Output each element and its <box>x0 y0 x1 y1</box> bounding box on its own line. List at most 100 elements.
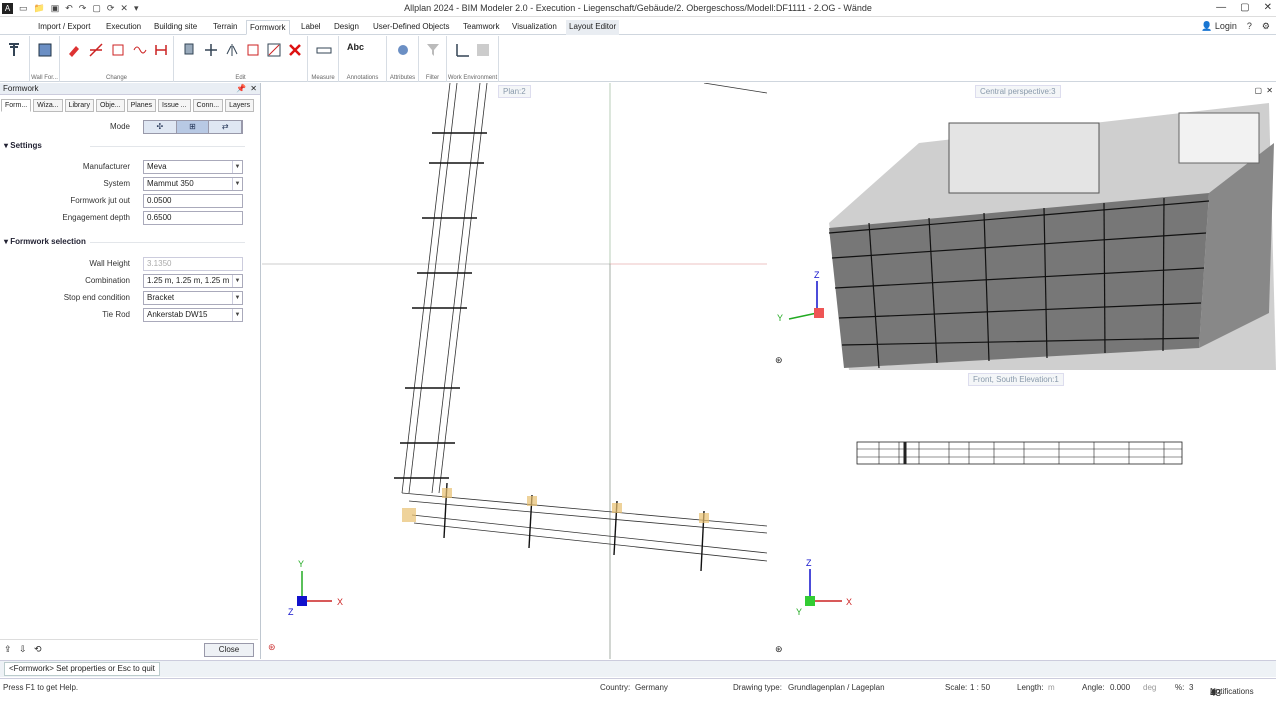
tierod-select[interactable]: Ankerstab DW15 ▼ <box>143 308 243 322</box>
reset-icon[interactable]: ⟲ <box>34 644 42 655</box>
angle-label: Angle: <box>1082 683 1105 692</box>
command-line: <Formwork> Set properties or Esc to quit <box>0 660 1276 677</box>
close-window-button[interactable]: ✕ <box>1264 2 1272 13</box>
trim-icon[interactable] <box>88 42 104 58</box>
angle-value[interactable]: 0.000 <box>1110 683 1130 692</box>
mode-single-icon[interactable]: ✣ <box>144 121 177 133</box>
tab-execution[interactable]: Execution <box>103 20 144 35</box>
maximize-button[interactable]: ▢ <box>1240 2 1249 13</box>
tab-import-export[interactable]: Import / Export <box>35 20 93 35</box>
modify-icon[interactable] <box>110 42 126 58</box>
formwork-selection-section[interactable]: ▾ Formwork selection <box>4 237 245 246</box>
axis-z-label: Z <box>806 558 812 568</box>
system-select[interactable]: Mammut 350 ▼ <box>143 177 243 191</box>
tab-formwork[interactable]: Formwork <box>246 20 290 35</box>
measure-icon[interactable] <box>316 42 332 58</box>
close-button[interactable]: Close <box>204 643 254 657</box>
plan-viewport[interactable]: Y X Z Plan:2 ⊛ <box>262 83 767 659</box>
group-label: Annotations <box>346 75 379 81</box>
split-icon[interactable] <box>153 42 169 58</box>
group-formwork-tool <box>0 36 30 82</box>
close-viewport-icon[interactable]: ✕ <box>1266 86 1273 95</box>
mode-grid-icon[interactable]: ⊞ <box>176 121 210 133</box>
tab-objects[interactable]: Obje... <box>95 99 125 112</box>
navigation-icon[interactable]: ⊛ <box>775 644 783 655</box>
tab-planes[interactable]: Planes <box>126 99 156 112</box>
mirror-icon[interactable] <box>224 42 240 58</box>
tab-issues[interactable]: Issue ... <box>158 99 191 112</box>
help-text: Press F1 to get Help. <box>3 683 79 692</box>
scale-value[interactable]: 1 : 50 <box>970 683 990 692</box>
chevron-down-icon: ▼ <box>232 292 242 304</box>
formwork-tool-icon[interactable] <box>6 42 22 58</box>
help-icon[interactable]: ? <box>1247 21 1252 32</box>
wave-icon[interactable] <box>132 42 148 58</box>
tab-wizards[interactable]: Wiza... <box>33 99 63 112</box>
navigation-icon[interactable]: ⊛ <box>775 355 783 366</box>
stretch-icon[interactable] <box>266 42 282 58</box>
perspective-viewport[interactable]: Z Y Central perspective:3 ▢ ✕ ⊛ <box>769 83 1276 370</box>
settings-icon[interactable]: ⚙ <box>1262 21 1270 32</box>
tab-library[interactable]: Library <box>64 99 94 112</box>
perspective-viewport-label: Central perspective:3 <box>975 85 1061 98</box>
group-wall-formwork: Wall For... <box>30 36 60 82</box>
percent-value[interactable]: 3 <box>1189 683 1193 692</box>
filter-icon[interactable] <box>425 42 441 58</box>
tab-user-defined-objects[interactable]: User-Defined Objects <box>370 20 452 35</box>
tab-teamwork[interactable]: Teamwork <box>460 20 502 35</box>
tab-design[interactable]: Design <box>331 20 362 35</box>
export-icon[interactable]: ⇪ <box>4 644 12 655</box>
group-edit: Edit <box>174 36 308 82</box>
jut-input[interactable]: 0.0500 <box>143 194 243 208</box>
close-icon[interactable]: ✕ <box>250 83 257 95</box>
wall-formwork-icon[interactable] <box>37 42 53 58</box>
tab-visualization[interactable]: Visualization <box>509 20 560 35</box>
depth-input[interactable]: 0.6500 <box>143 211 243 225</box>
move-icon[interactable] <box>203 42 219 58</box>
minimize-button[interactable]: — <box>1216 2 1226 13</box>
delete-icon[interactable] <box>287 42 303 58</box>
tab-connections[interactable]: Conn... <box>192 99 224 112</box>
stopend-select[interactable]: Bracket ▼ <box>143 291 243 305</box>
length-unit[interactable]: m <box>1048 683 1055 692</box>
eraser-icon[interactable] <box>66 42 82 58</box>
work-environment-icon[interactable] <box>455 42 471 58</box>
combination-select[interactable]: 1.25 m, 1.25 m, 1.25 m ▼ <box>143 274 243 288</box>
settings-section[interactable]: ▾ Settings <box>4 141 245 150</box>
percent-label: %: <box>1175 683 1185 692</box>
tab-label[interactable]: Label <box>298 20 324 35</box>
manufacturer-select[interactable]: Meva ▼ <box>143 160 243 174</box>
plan-drawing: Y X Z <box>262 83 767 659</box>
maximize-viewport-icon[interactable]: ▢ <box>1254 86 1262 95</box>
tab-formwork-properties[interactable]: Form... <box>1 99 32 112</box>
bottom-strip: 43 <box>0 688 1276 718</box>
scale-label: Scale: <box>945 683 968 692</box>
mode-selector: ✣ ⊞ ⇄ <box>143 120 243 134</box>
drawtype-value[interactable]: Grundlagenplan / Lageplan <box>788 683 885 692</box>
country-value[interactable]: Germany <box>635 683 668 692</box>
layout-icon[interactable] <box>475 42 491 58</box>
tab-layers[interactable]: Layers <box>225 99 255 112</box>
chevron-down-icon: ▼ <box>232 178 242 190</box>
elevation-viewport[interactable]: Z X Y Front, South Elevation:1 ⊛ <box>769 371 1276 659</box>
elevation-viewport-label: Front, South Elevation:1 <box>968 373 1064 386</box>
chevron-down-icon: ▼ <box>232 309 242 321</box>
user-icon[interactable]: 👤 Login <box>1201 21 1237 32</box>
attributes-icon[interactable] <box>395 42 411 58</box>
axis-gizmo <box>805 569 842 606</box>
tab-building-site[interactable]: Building site <box>151 20 200 35</box>
panel-tabs: Form... Wiza... Library Obje... Planes I… <box>1 99 255 112</box>
text-icon[interactable]: Abc <box>347 42 364 58</box>
axis-y-label: Y <box>796 607 802 617</box>
navigation-icon[interactable]: ⊛ <box>268 642 276 653</box>
formwork-panel: Formwork 📌 ✕ Form... Wiza... Library Obj… <box>0 83 261 659</box>
pin-icon[interactable]: 📌 <box>236 83 246 95</box>
copy-icon[interactable] <box>182 42 198 58</box>
tab-terrain[interactable]: Terrain <box>210 20 240 35</box>
rotate-icon[interactable] <box>245 42 261 58</box>
mode-swap-icon[interactable]: ⇄ <box>209 121 243 133</box>
import-icon[interactable]: ⇩ <box>19 644 27 655</box>
combination-label: Combination <box>85 276 130 285</box>
tab-layout-editor[interactable]: Layout Editor <box>566 20 620 35</box>
system-label: System <box>103 179 130 188</box>
